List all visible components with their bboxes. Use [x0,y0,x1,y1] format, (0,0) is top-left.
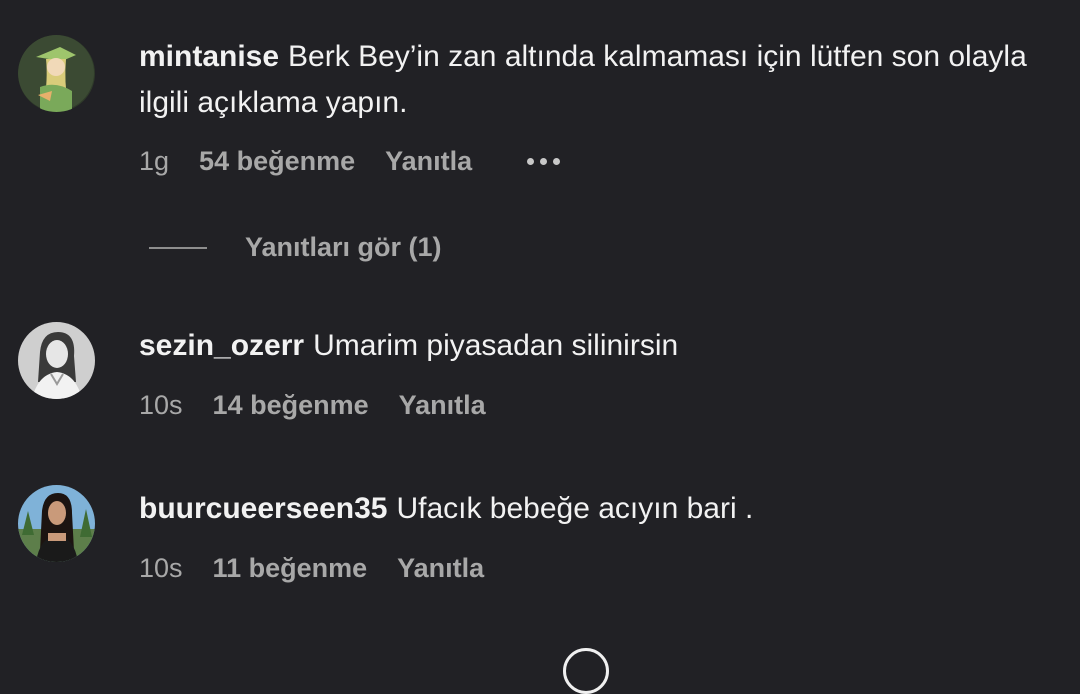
comment-likes[interactable]: 14 beğenme [213,390,369,421]
avatar[interactable] [18,35,95,112]
comment-meta: 10s 11 beğenme Yanıtla [139,553,484,584]
comment-body: Umarim piyasadan silinirsin [313,329,679,362]
comment-username[interactable]: sezin_ozerr [139,329,304,362]
comment-text: mintanise Berk Bey’in zan altında kalmama… [139,34,1040,126]
comment-likes[interactable]: 54 beğenme [199,146,355,177]
avatar[interactable] [18,322,95,399]
comment-time[interactable]: 10s [139,390,183,421]
loading-spinner-icon [563,648,609,694]
comment-meta: 1g 54 beğenme Yanıtla [139,146,561,177]
divider [149,246,207,249]
comment-text: sezin_ozerr Umarim piyasadan silinirsin [139,323,1040,369]
comment-username[interactable]: buurcueerseen35 [139,492,387,525]
avatar[interactable] [18,485,95,562]
reply-button[interactable]: Yanıtla [399,390,486,421]
view-replies-label: Yanıtları gör (1) [245,232,442,262]
comment-time[interactable]: 1g [139,146,169,177]
comment-text: buurcueerseen35 Ufacık bebeğe acıyın bari… [139,486,1040,532]
reply-button[interactable]: Yanıtla [385,146,472,177]
comment-time[interactable]: 10s [139,553,183,584]
comment-username[interactable]: mintanise [139,40,279,73]
comment-likes[interactable]: 11 beğenme [213,553,368,584]
reply-button[interactable]: Yanıtla [397,553,484,584]
more-options-icon[interactable] [527,152,561,172]
comment-meta: 10s 14 beğenme Yanıtla [139,390,486,421]
view-replies-button[interactable]: Yanıtları gör (1) [149,232,442,263]
comment-body: Ufacık bebeğe acıyın bari . [396,492,754,525]
